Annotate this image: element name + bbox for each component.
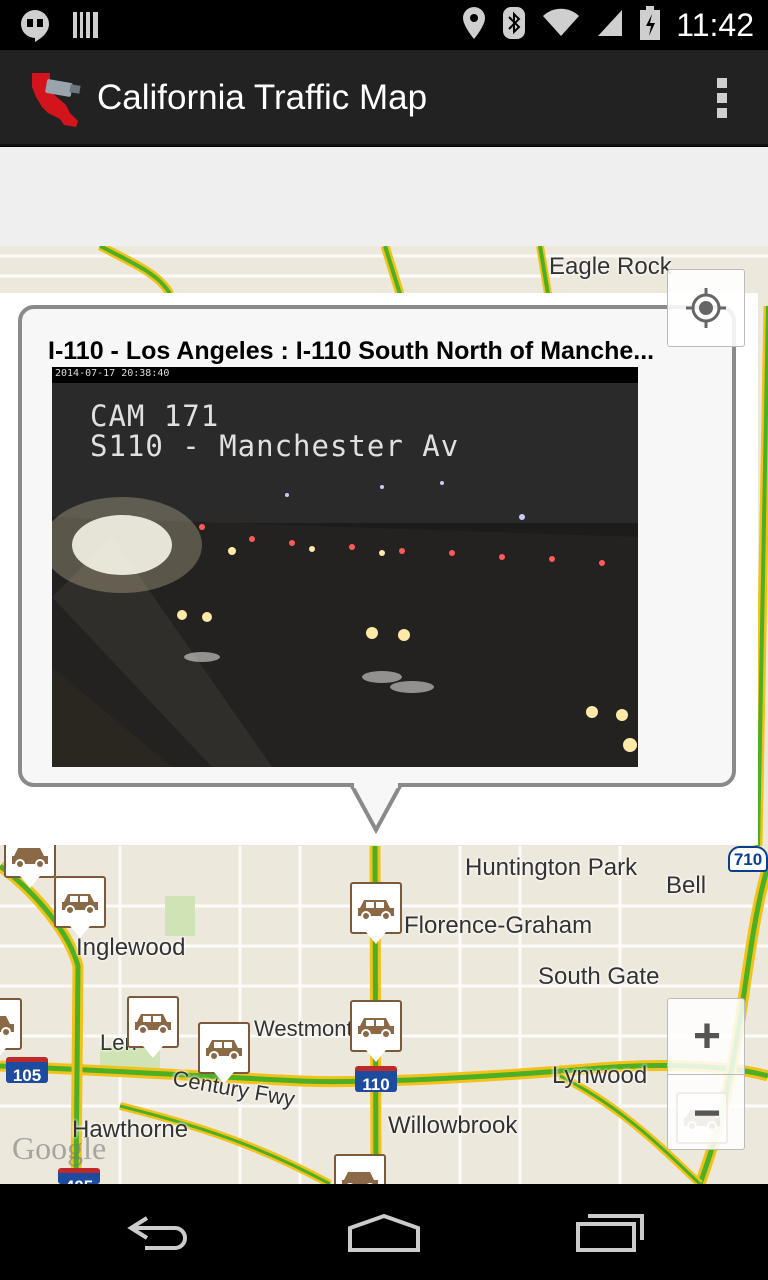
camera-marker[interactable] [4, 834, 56, 904]
place-label-lynwood: Lynwood [552, 1062, 648, 1089]
place-label-huntington-park: Huntington Park [465, 854, 638, 881]
camera-marker[interactable] [54, 876, 106, 938]
recent-apps-icon [576, 1214, 644, 1252]
place-label-willowbrook: Willowbrook [388, 1112, 518, 1139]
recent-apps-button[interactable] [560, 1204, 660, 1260]
home-icon [348, 1213, 420, 1252]
camera-title: I-110 - Los Angeles : I-110 South North … [48, 337, 655, 365]
barcode-icon [72, 10, 100, 45]
shield-i405: 405 [58, 1168, 100, 1184]
battery-icon [640, 5, 661, 45]
camera-timestamp: 2014-07-17 20:38:40 [55, 368, 170, 379]
hangouts-icon [18, 8, 52, 47]
google-attribution: Google [12, 1130, 107, 1166]
back-icon [127, 1216, 187, 1250]
camera-marker[interactable] [198, 1022, 250, 1084]
camera-marker[interactable] [334, 1154, 386, 1184]
my-location-button[interactable] [667, 269, 745, 347]
status-bar: 11:42 [0, 0, 768, 50]
camera-info-window[interactable]: I-110 - Los Angeles : I-110 South North … [18, 305, 736, 787]
clock: 11:42 [676, 6, 754, 43]
camera-overlay-id: CAM 171 [90, 399, 220, 433]
app-logo-icon[interactable] [26, 67, 88, 129]
navigation-bar [0, 1184, 768, 1280]
zoom-out-button[interactable]: − [668, 1075, 746, 1151]
info-window-pointer [350, 782, 402, 834]
bluetooth-icon [502, 6, 526, 45]
app-screen: 11:42 California Traffic Map Eagle Rock … [0, 0, 768, 1280]
place-label-inglewood: Inglewood [76, 934, 186, 961]
shield-i105: 105 [6, 1057, 48, 1085]
place-label-westmont: Westmont [254, 1016, 353, 1041]
shield-ca710: 710 [728, 846, 768, 872]
zoom-in-button[interactable]: + [668, 999, 746, 1075]
zoom-controls: + − [667, 998, 746, 1151]
home-button[interactable] [334, 1204, 434, 1260]
app-title: California Traffic Map [97, 78, 428, 117]
location-icon [462, 6, 486, 45]
camera-snapshot-image[interactable]: 2014-07-17 20:38:40 CAM 171 S110 - Manch… [52, 367, 638, 767]
place-label-bell: Bell [666, 872, 707, 899]
overflow-menu-icon[interactable] [716, 78, 728, 118]
back-button[interactable] [110, 1204, 210, 1260]
camera-marker[interactable] [350, 1000, 402, 1062]
signal-icon [596, 8, 624, 43]
camera-marker-selected[interactable] [350, 882, 402, 944]
wifi-icon [542, 8, 580, 43]
banner-area [0, 147, 768, 246]
camera-overlay-location: S110 - Manchester Av [90, 429, 460, 463]
place-label-florence-graham: Florence-Graham [404, 912, 593, 939]
camera-marker[interactable] [127, 996, 179, 1058]
action-bar: California Traffic Map [0, 50, 768, 146]
place-label-south-gate: South Gate [538, 963, 660, 990]
crosshair-icon [686, 288, 726, 328]
place-label-eagle-rock: Eagle Rock [549, 253, 672, 280]
camera-marker[interactable] [0, 998, 22, 1060]
shield-i110: 110 [355, 1066, 397, 1094]
